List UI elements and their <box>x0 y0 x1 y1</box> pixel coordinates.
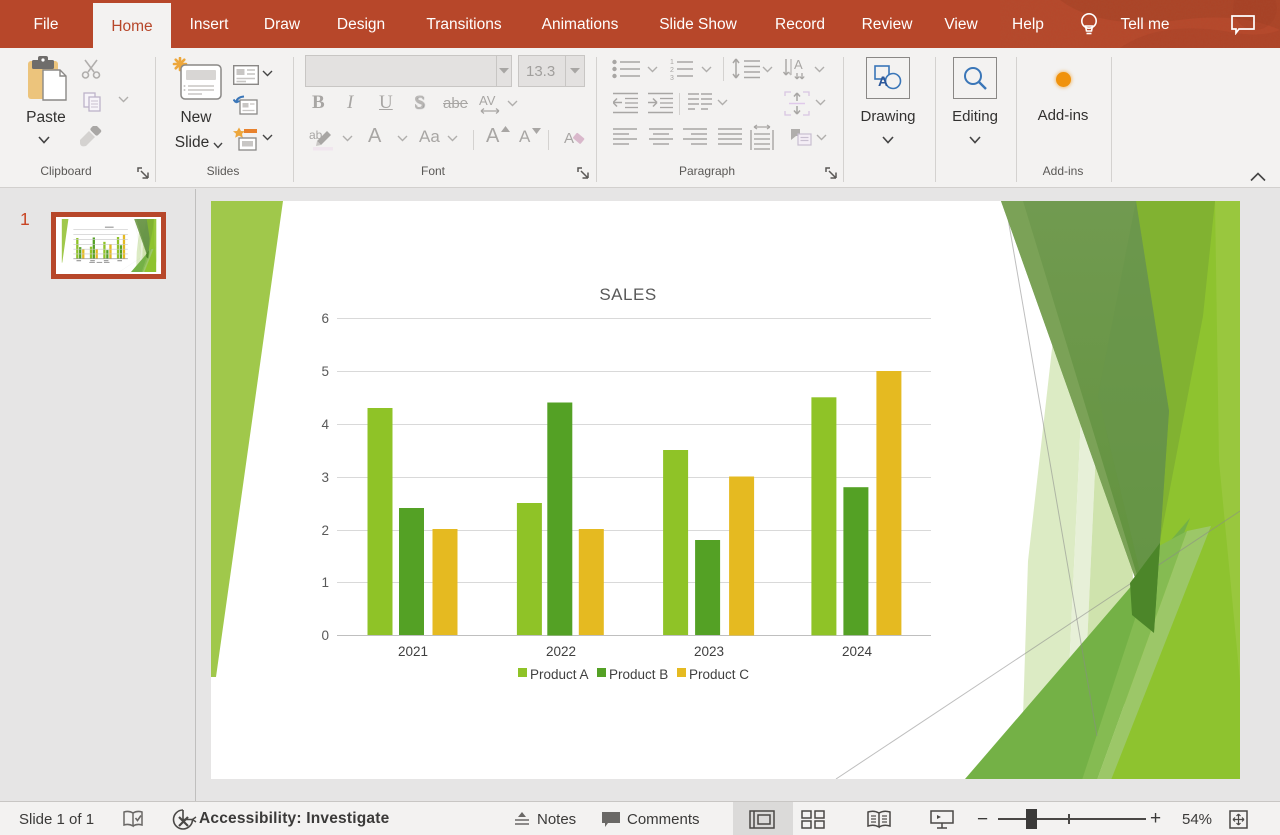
svg-text:2: 2 <box>670 67 674 74</box>
svg-text:AV: AV <box>479 94 496 108</box>
svg-text:A: A <box>564 130 574 147</box>
svg-text:A: A <box>794 57 803 72</box>
svg-text:1: 1 <box>670 59 674 66</box>
svg-text:A: A <box>878 73 888 89</box>
svg-text:3: 3 <box>670 75 674 80</box>
